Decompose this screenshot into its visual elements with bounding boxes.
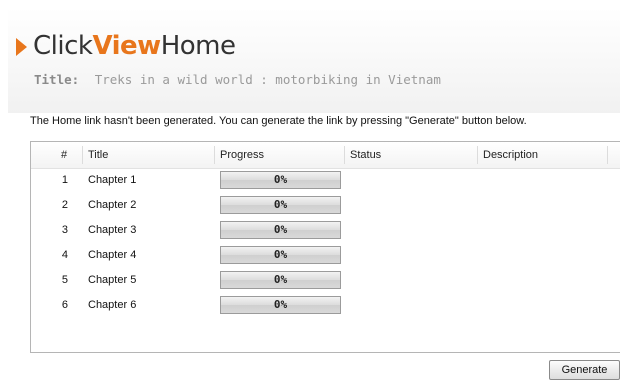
- row-title: Chapter 6: [88, 299, 137, 311]
- info-message: The Home link hasn't been generated. You…: [30, 115, 527, 127]
- logo-text-click: Click: [33, 31, 93, 61]
- table-row[interactable]: 6 Chapter 6 0%: [31, 293, 620, 318]
- progress-bar: 0%: [220, 171, 341, 189]
- column-divider[interactable]: [477, 146, 478, 164]
- progress-bar: 0%: [220, 296, 341, 314]
- column-header-progress[interactable]: Progress: [220, 142, 264, 168]
- row-number: 5: [61, 274, 68, 286]
- column-divider[interactable]: [82, 146, 83, 164]
- row-title: Chapter 4: [88, 249, 137, 261]
- play-arrow-icon: [16, 37, 27, 56]
- table-row[interactable]: 1 Chapter 1 0%: [31, 168, 620, 193]
- title-label: Title:: [34, 72, 80, 87]
- column-header-description[interactable]: Description: [483, 142, 538, 168]
- progress-bar: 0%: [220, 271, 341, 289]
- row-title: Chapter 2: [88, 199, 137, 211]
- clickview-home-window: Click View Home Title: Treks in a wild w…: [0, 0, 620, 382]
- title-row: Title: Treks in a wild world : motorbiki…: [34, 72, 441, 87]
- chapters-table[interactable]: # Title Progress Status Description 1 Ch…: [30, 141, 620, 353]
- column-header-status[interactable]: Status: [350, 142, 381, 168]
- row-number: 6: [61, 299, 68, 311]
- row-number: 3: [61, 224, 68, 236]
- row-title: Chapter 5: [88, 274, 137, 286]
- progress-bar: 0%: [220, 196, 341, 214]
- logo-text-view: View: [92, 31, 161, 61]
- column-divider[interactable]: [344, 146, 345, 164]
- table-row[interactable]: 2 Chapter 2 0%: [31, 193, 620, 218]
- row-number: 2: [61, 199, 68, 211]
- clickview-home-logo: Click View Home: [16, 31, 236, 61]
- logo-text-home: Home: [160, 31, 236, 61]
- generate-button[interactable]: Generate: [549, 360, 620, 380]
- column-header-number[interactable]: #: [61, 142, 67, 168]
- row-title: Chapter 1: [88, 174, 137, 186]
- table-header: # Title Progress Status Description: [31, 142, 620, 169]
- progress-bar: 0%: [220, 246, 341, 264]
- column-divider[interactable]: [607, 146, 608, 164]
- table-row[interactable]: 3 Chapter 3 0%: [31, 218, 620, 243]
- table-row[interactable]: 5 Chapter 5 0%: [31, 268, 620, 293]
- progress-bar: 0%: [220, 221, 341, 239]
- table-row[interactable]: 4 Chapter 4 0%: [31, 243, 620, 268]
- row-number: 4: [61, 249, 68, 261]
- column-divider[interactable]: [214, 146, 215, 164]
- column-header-title[interactable]: Title: [88, 142, 108, 168]
- title-value: Treks in a wild world : motorbiking in V…: [94, 72, 441, 87]
- row-number: 1: [61, 174, 68, 186]
- row-title: Chapter 3: [88, 224, 137, 236]
